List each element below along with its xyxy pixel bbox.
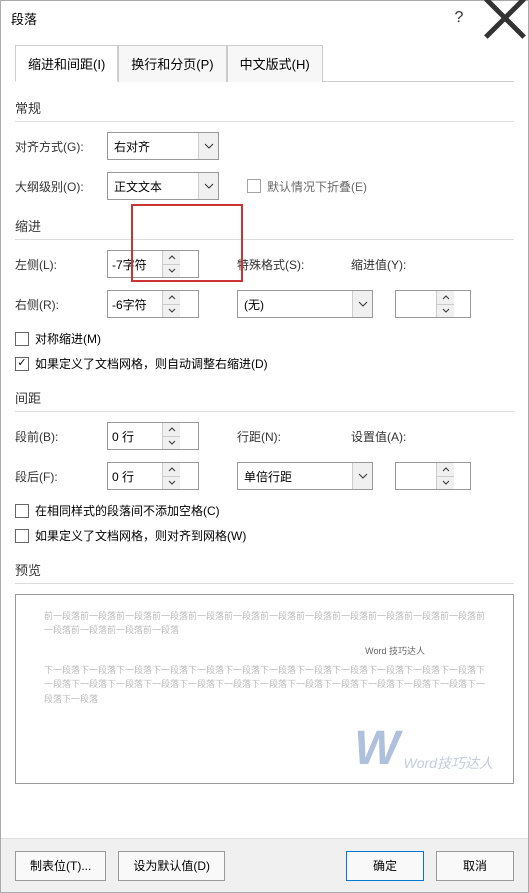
up-arrow-icon[interactable]	[163, 291, 180, 304]
preview-box: 前一段落前一段落前一段落前一段落前一段落前一段落前一段落前一段落前一段落前一段落…	[15, 594, 514, 784]
preview-before-text: 前一段落前一段落前一段落前一段落前一段落前一段落前一段落前一段落前一段落前一段落…	[44, 609, 485, 638]
special-label: 特殊格式(S):	[237, 256, 309, 273]
watermark-text: Word技巧达人	[404, 753, 493, 773]
no-space-label: 在相同样式的段落间不添加空格(C)	[35, 502, 220, 519]
spinner-buttons[interactable]	[162, 423, 180, 449]
alignment-label: 对齐方式(G):	[15, 138, 101, 155]
tab-pagination[interactable]: 换行和分页(P)	[118, 45, 226, 82]
up-arrow-icon[interactable]	[437, 291, 454, 304]
mirror-indent-label: 对称缩进(M)	[35, 330, 101, 347]
indent-left-input[interactable]	[108, 251, 162, 277]
title-bar: 段落 ?	[1, 1, 528, 35]
spinner-buttons[interactable]	[162, 291, 180, 317]
no-space-checkbox[interactable]: 在相同样式的段落间不添加空格(C)	[15, 502, 514, 519]
indent-right-label: 右侧(R):	[15, 296, 101, 313]
down-arrow-icon[interactable]	[437, 476, 454, 490]
cancel-button[interactable]: 取消	[436, 851, 514, 881]
line-label: 行距(N):	[237, 428, 309, 445]
up-arrow-icon[interactable]	[163, 463, 180, 476]
group-indent-title: 缩进	[15, 214, 514, 240]
group-indent: 缩进 左侧(L): 特殊格式(S): 缩进值(Y): 右侧(R):	[15, 214, 514, 372]
line-spacing-value: 单倍行距	[238, 468, 352, 485]
spinner-buttons[interactable]	[436, 291, 454, 317]
group-general: 常规 对齐方式(G): 右对齐 大纲级别(O): 正文文本 默认情况下折叠(E)	[15, 96, 514, 200]
indent-by-spinner[interactable]	[395, 290, 471, 318]
down-arrow-icon[interactable]	[163, 436, 180, 450]
space-after-label: 段后(F):	[15, 468, 101, 485]
close-icon	[482, 0, 528, 41]
space-before-spinner[interactable]	[107, 422, 199, 450]
indent-by-label: 缩进值(Y):	[351, 256, 423, 273]
outline-label: 大纲级别(O):	[15, 178, 101, 195]
special-value: (无)	[238, 296, 352, 313]
space-before-label: 段前(B):	[15, 428, 101, 445]
spacing-grid-label: 如果定义了文档网格，则对齐到网格(W)	[35, 527, 246, 544]
up-arrow-icon[interactable]	[437, 463, 454, 476]
space-after-input[interactable]	[108, 463, 162, 489]
spinner-buttons[interactable]	[162, 251, 180, 277]
indent-grid-checkbox[interactable]: 如果定义了文档网格，则自动调整右缩进(D)	[15, 355, 514, 372]
watermark: W Word技巧达人	[354, 725, 493, 773]
space-before-input[interactable]	[108, 423, 162, 449]
group-spacing-title: 间距	[15, 386, 514, 412]
space-after-spinner[interactable]	[107, 462, 199, 490]
indent-right-input[interactable]	[108, 291, 162, 317]
tabs-button[interactable]: 制表位(T)...	[15, 851, 106, 881]
checkbox-box-icon	[247, 179, 261, 193]
watermark-logo-icon: W	[354, 725, 399, 773]
set-default-button[interactable]: 设为默认值(D)	[118, 851, 225, 881]
spacing-grid-checkbox[interactable]: 如果定义了文档网格，则对齐到网格(W)	[15, 527, 514, 544]
special-select[interactable]: (无)	[237, 290, 373, 318]
down-arrow-icon[interactable]	[163, 476, 180, 490]
ok-button[interactable]: 确定	[346, 851, 424, 881]
chevron-down-icon	[198, 173, 218, 199]
indent-left-label: 左侧(L):	[15, 256, 101, 273]
at-label: 设置值(A):	[351, 428, 423, 445]
chevron-down-icon	[352, 291, 372, 317]
collapse-checkbox: 默认情况下折叠(E)	[247, 178, 367, 195]
down-arrow-icon[interactable]	[163, 304, 180, 318]
preview-sample-text: Word 技巧达人	[44, 644, 485, 657]
collapse-label: 默认情况下折叠(E)	[267, 178, 367, 195]
chevron-down-icon	[352, 463, 372, 489]
outline-value: 正文文本	[108, 178, 198, 195]
tab-chinese[interactable]: 中文版式(H)	[227, 45, 323, 82]
indent-grid-label: 如果定义了文档网格，则自动调整右缩进(D)	[35, 355, 268, 372]
group-spacing: 间距 段前(B): 行距(N): 设置值(A): 段后(F):	[15, 386, 514, 544]
indent-right-spinner[interactable]	[107, 290, 199, 318]
checkbox-box-icon	[15, 357, 29, 371]
dialog-title: 段落	[11, 9, 436, 28]
up-arrow-icon[interactable]	[163, 251, 180, 264]
group-preview: 预览 前一段落前一段落前一段落前一段落前一段落前一段落前一段落前一段落前一段落前…	[15, 558, 514, 784]
tab-indent-spacing[interactable]: 缩进和间距(I)	[15, 45, 118, 82]
spinner-buttons[interactable]	[436, 463, 454, 489]
down-arrow-icon[interactable]	[437, 304, 454, 318]
checkbox-box-icon	[15, 529, 29, 543]
down-arrow-icon[interactable]	[163, 264, 180, 278]
indent-by-input[interactable]	[396, 291, 436, 317]
dialog-content: 缩进和间距(I) 换行和分页(P) 中文版式(H) 常规 对齐方式(G): 右对…	[1, 35, 528, 844]
up-arrow-icon[interactable]	[163, 423, 180, 436]
dialog-footer: 制表位(T)... 设为默认值(D) 确定 取消	[1, 838, 528, 892]
checkbox-box-icon	[15, 504, 29, 518]
chevron-down-icon	[198, 133, 218, 159]
spinner-buttons[interactable]	[162, 463, 180, 489]
indent-left-spinner[interactable]	[107, 250, 199, 278]
tab-strip: 缩进和间距(I) 换行和分页(P) 中文版式(H)	[15, 45, 514, 82]
preview-after-text: 下一段落下一段落下一段落下一段落下一段落下一段落下一段落下一段落下一段落下一段落…	[44, 663, 485, 706]
paragraph-dialog: 段落 ? 缩进和间距(I) 换行和分页(P) 中文版式(H) 常规 对齐方式(G…	[0, 0, 529, 893]
line-spacing-select[interactable]: 单倍行距	[237, 462, 373, 490]
alignment-value: 右对齐	[108, 138, 198, 155]
checkbox-box-icon	[15, 332, 29, 346]
at-input[interactable]	[396, 463, 436, 489]
mirror-indent-checkbox[interactable]: 对称缩进(M)	[15, 330, 514, 347]
group-preview-title: 预览	[15, 558, 514, 584]
close-button[interactable]	[482, 3, 528, 33]
at-spinner[interactable]	[395, 462, 471, 490]
alignment-select[interactable]: 右对齐	[107, 132, 219, 160]
group-general-title: 常规	[15, 96, 514, 122]
outline-select[interactable]: 正文文本	[107, 172, 219, 200]
help-button[interactable]: ?	[436, 3, 482, 33]
